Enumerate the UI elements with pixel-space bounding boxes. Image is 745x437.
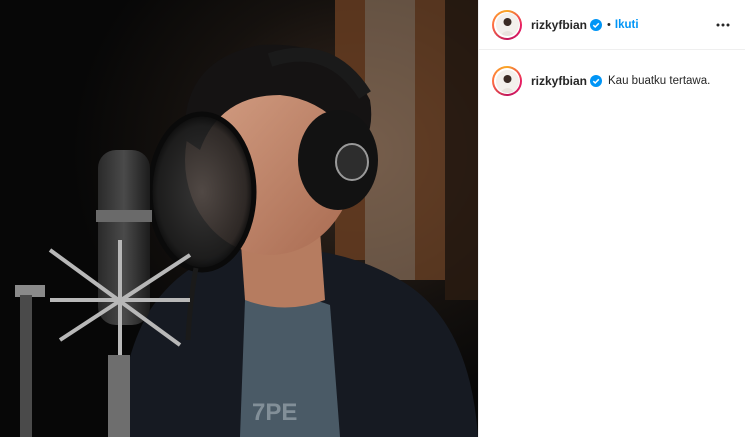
caption-text: Kau buatku tertawa. <box>608 75 711 87</box>
post-header: rizkyfbian • Ikuti <box>479 0 745 50</box>
post-photo[interactable]: 7PE <box>0 0 478 437</box>
follow-button[interactable]: Ikuti <box>615 19 639 31</box>
post-sidebar: rizkyfbian • Ikuti rizkyfbian Kau buatku… <box>478 0 745 437</box>
studio-singer-photo: 7PE <box>0 0 478 437</box>
caption-avatar-image <box>495 69 519 93</box>
avatar-image <box>495 13 519 36</box>
more-options-icon[interactable] <box>713 15 733 35</box>
verified-badge-icon <box>590 18 603 31</box>
caption-username[interactable]: rizkyfbian <box>531 74 587 88</box>
author-username[interactable]: rizkyfbian <box>531 18 587 32</box>
caption-avatar[interactable] <box>492 66 522 96</box>
svg-text:7PE: 7PE <box>252 399 297 426</box>
caption-row: rizkyfbian Kau buatku tertawa. <box>479 50 745 96</box>
avatar[interactable] <box>492 9 522 40</box>
caption: rizkyfbian Kau buatku tertawa. <box>531 74 710 88</box>
verified-badge-icon <box>590 75 603 87</box>
separator-dot: • <box>607 18 611 31</box>
instagram-post: 7PE rizkyfbian • Ikuti rizkyfbian Kau bu… <box>0 0 745 437</box>
